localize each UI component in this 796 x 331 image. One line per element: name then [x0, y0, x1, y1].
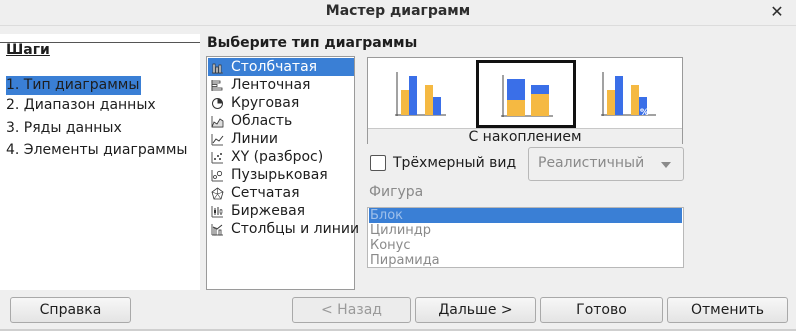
three-d-checkbox[interactable]: [370, 155, 386, 171]
variant-label: С накоплением: [368, 128, 682, 145]
column-stacked-icon: [501, 75, 553, 117]
variant-normal[interactable]: [370, 60, 470, 128]
style-select-value: Реалистичный: [538, 155, 645, 171]
line-chart-icon: [211, 134, 224, 146]
chart-type-label: Биржевая: [231, 203, 306, 219]
chart-type-label: Область: [231, 113, 293, 129]
window-title: Мастер диаграмм: [325, 3, 471, 19]
chart-type-label: Столбчатая: [231, 59, 318, 75]
chevron-down-icon: [661, 162, 671, 168]
steps-divider: [0, 42, 200, 43]
cancel-button[interactable]: Отменить: [667, 297, 788, 323]
chart-type-item-stock[interactable]: Биржевая: [208, 202, 354, 220]
stock-chart-icon: [211, 206, 223, 218]
chart-type-label: XY (разброс): [231, 149, 324, 165]
chart-type-item-bar[interactable]: Ленточная: [208, 76, 354, 94]
chart-type-label: Линии: [231, 131, 278, 147]
svg-text:%: %: [640, 108, 649, 118]
finish-button[interactable]: Готово: [540, 297, 663, 323]
bar-chart-icon: [211, 80, 223, 91]
shape-list[interactable]: Блок Цилиндр Конус Пирамида: [367, 207, 684, 268]
title-bar: Мастер диаграмм ✕: [0, 0, 796, 26]
chart-type-item-column[interactable]: Столбчатая: [208, 58, 354, 76]
shape-item-cone[interactable]: Конус: [369, 238, 682, 253]
chart-type-label: Столбцы и линии: [231, 221, 360, 237]
variant-percent[interactable]: %: [580, 60, 680, 128]
chart-type-label: Пузырьковая: [231, 167, 328, 183]
chart-type-item-pie[interactable]: Круговая: [208, 94, 354, 112]
chart-type-list[interactable]: Столбчатая Ленточная Круговая Область Ли…: [206, 56, 359, 290]
steps-panel: Шаги 1. Тип диаграммы 2. Диапазон данных…: [0, 34, 200, 290]
help-button[interactable]: Справка: [10, 297, 131, 323]
style-select[interactable]: Реалистичный: [528, 147, 684, 181]
net-chart-icon: [211, 187, 224, 200]
scatter-chart-icon: [211, 152, 223, 164]
column-line-chart-icon: [211, 224, 223, 236]
column-chart-icon: [212, 63, 223, 74]
pie-chart-icon: [212, 98, 223, 109]
bubble-chart-icon: [211, 170, 223, 182]
step-data-range[interactable]: 2. Диапазон данных: [6, 96, 156, 115]
step-data-series[interactable]: 3. Ряды данных: [6, 119, 122, 138]
next-button[interactable]: Дальше >: [415, 297, 536, 323]
chart-type-item-area[interactable]: Область: [208, 112, 354, 130]
chart-type-label: Сетчатая: [231, 185, 300, 201]
chart-type-item-line[interactable]: Линии: [208, 130, 354, 148]
chart-type-item-column-line[interactable]: Столбцы и линии: [208, 220, 359, 238]
shape-item-block[interactable]: Блок: [369, 208, 682, 223]
chart-type-item-net[interactable]: Сетчатая: [208, 184, 354, 202]
chart-type-heading: Выберите тип диаграммы: [207, 35, 418, 51]
button-bar: Справка < Назад Дальше > Готово Отменить: [0, 293, 796, 331]
back-button[interactable]: < Назад: [292, 297, 411, 323]
step-chart-elements[interactable]: 4. Элементы диаграммы: [6, 141, 188, 160]
chart-type-item-scatter[interactable]: XY (разброс): [208, 148, 354, 166]
close-icon[interactable]: ✕: [768, 2, 786, 22]
area-chart-icon: [211, 116, 224, 128]
steps-title: Шаги: [6, 42, 50, 58]
chart-type-item-bubble[interactable]: Пузырьковая: [208, 166, 354, 184]
column-normal-icon: [395, 72, 446, 116]
variant-stacked[interactable]: [476, 60, 576, 128]
shape-label: Фигура: [369, 184, 424, 200]
chart-type-label: Круговая: [231, 95, 300, 111]
chart-type-label: Ленточная: [231, 77, 311, 93]
shape-item-cylinder[interactable]: Цилиндр: [369, 223, 682, 238]
chart-variant-gallery: % С накоплением: [367, 57, 683, 145]
step-chart-type[interactable]: 1. Тип диаграммы: [6, 76, 142, 95]
three-d-label: Трёхмерный вид: [393, 155, 517, 171]
shape-item-pyramid[interactable]: Пирамида: [369, 253, 682, 268]
column-percent-icon: %: [601, 72, 656, 118]
